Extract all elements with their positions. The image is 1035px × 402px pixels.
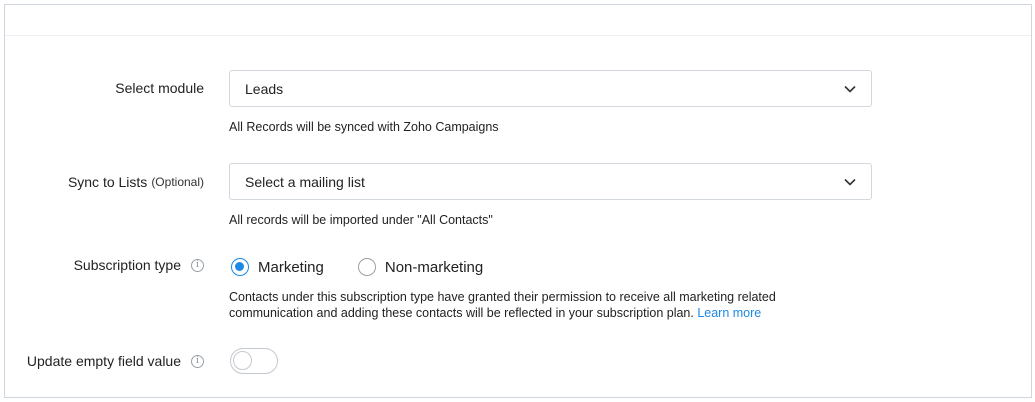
sync-settings-panel: Select module Leads All Records will be … — [4, 4, 1032, 398]
subscription-radio-group: Marketing Non-marketing — [231, 258, 517, 276]
radio-unchecked-icon — [357, 258, 376, 276]
mailing-list-select-value: Select a mailing list — [245, 173, 365, 190]
radio-non-marketing-label: Non-marketing — [384, 258, 484, 276]
module-select-value: Leads — [245, 80, 284, 97]
header-divider — [5, 35, 1031, 36]
sync-lists-label-text: Sync to Lists — [67, 174, 148, 190]
update-empty-toggle[interactable] — [230, 348, 278, 374]
lists-hint: All records will be imported under "All … — [229, 213, 493, 227]
radio-marketing-label: Marketing — [258, 258, 324, 276]
chevron-down-icon — [844, 85, 856, 93]
radio-marketing[interactable]: Marketing — [231, 258, 324, 276]
select-module-label-text: Select module — [115, 80, 204, 96]
subscription-hint-line2-row: communication and adding these contacts … — [229, 305, 776, 321]
radio-checked-icon — [231, 258, 249, 276]
info-icon[interactable]: i — [191, 354, 204, 368]
subscription-hint: Contacts under this subscription type ha… — [229, 289, 776, 321]
mailing-list-select[interactable]: Select a mailing list — [229, 163, 872, 200]
update-empty-label-text: Update empty field value — [26, 353, 181, 369]
learn-more-link[interactable]: Learn more — [697, 306, 761, 320]
update-empty-label: Update empty field value i — [27, 353, 204, 369]
sync-lists-label: Sync to Lists (Optional) — [68, 174, 204, 190]
subscription-type-label: Subscription type i — [74, 257, 204, 273]
chevron-down-icon — [844, 178, 856, 186]
optional-tag: (Optional) — [151, 175, 204, 189]
subscription-hint-line1: Contacts under this subscription type ha… — [229, 290, 776, 304]
module-hint: All Records will be synced with Zoho Cam… — [229, 120, 499, 134]
info-icon[interactable]: i — [191, 258, 204, 272]
toggle-knob — [233, 351, 252, 370]
subscription-type-label-text: Subscription type — [73, 257, 181, 273]
module-select[interactable]: Leads — [229, 70, 872, 107]
subscription-hint-line2: communication and adding these contacts … — [229, 306, 694, 320]
select-module-label: Select module — [115, 80, 204, 96]
radio-non-marketing[interactable]: Non-marketing — [357, 258, 484, 276]
